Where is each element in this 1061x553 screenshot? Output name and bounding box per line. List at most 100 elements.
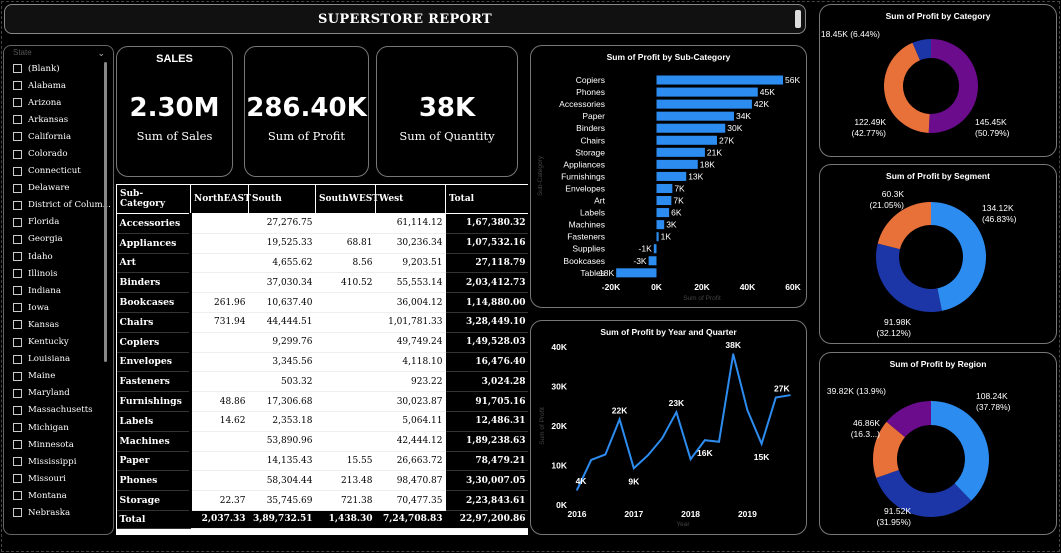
- table-row[interactable]: Appliances 19,525.33 68.81 30,236.34 1,07,53…: [116, 233, 528, 254]
- state-slicer[interactable]: State ⌄ (Blank) Alabama Arizona Arkansas Cal…: [3, 45, 114, 535]
- slicer-item[interactable]: Michigan: [13, 419, 113, 436]
- slicer-item[interactable]: Montana: [13, 487, 113, 504]
- matrix-column-header[interactable]: Total: [445, 184, 528, 214]
- slice-label: 18.45K (6.44%): [821, 29, 880, 39]
- slicer-item[interactable]: Florida: [13, 214, 113, 231]
- checkbox[interactable]: [13, 81, 22, 91]
- slicer-item[interactable]: Idaho: [13, 248, 113, 265]
- checkbox[interactable]: [13, 371, 22, 381]
- checkbox[interactable]: [13, 132, 22, 142]
- checkbox[interactable]: [13, 149, 22, 159]
- slicer-item[interactable]: Nebraska: [13, 504, 113, 521]
- table-row[interactable]: Chairs 731.94 44,444.51 1,01,781.33 3,28,449…: [116, 312, 528, 333]
- kpi-sales-card[interactable]: SALES 2.30M Sum of Sales: [116, 46, 233, 177]
- table-row[interactable]: Copiers 9,299.76 49,749.24 1,49,528.03: [116, 332, 528, 353]
- slicer-item[interactable]: Missouri: [13, 470, 113, 487]
- checkbox[interactable]: [13, 64, 22, 74]
- matrix-column-header[interactable]: South: [248, 184, 316, 214]
- table-row[interactable]: Binders 37,030.34 410.52 55,553.14 2,03,412.…: [116, 272, 528, 294]
- slicer-item-label: Maine: [28, 371, 56, 382]
- matrix-cell-sw: [315, 391, 376, 412]
- kpi-quantity-card[interactable]: 38K Sum of Quantity: [376, 46, 518, 177]
- chart-profit-by-subcategory[interactable]: Sum of Profit by Sub-Category Copiers 56K…: [530, 45, 807, 308]
- chart-profit-by-category[interactable]: Sum of Profit by Category 145.45K (50.79%…: [819, 4, 1057, 157]
- matrix-column-header[interactable]: SouthWEST: [315, 184, 379, 214]
- slicer-item[interactable]: Kansas: [13, 316, 113, 333]
- bar: [656, 159, 698, 169]
- matrix-column-header[interactable]: NorthEAST: [190, 184, 251, 214]
- matrix-column-header[interactable]: Sub-Category: [116, 184, 191, 214]
- title-scroll-handle[interactable]: [795, 10, 801, 28]
- table-row[interactable]: Paper 14,135.43 15.55 26,663.72 78,479.21: [116, 451, 528, 472]
- slicer-item[interactable]: District of Colum...: [13, 197, 113, 214]
- table-row[interactable]: Envelopes 3,345.56 4,118.10 16,476.40: [116, 352, 528, 373]
- checkbox[interactable]: [13, 286, 22, 296]
- checkbox[interactable]: [13, 457, 22, 467]
- slicer-item[interactable]: Massachusetts: [13, 402, 113, 419]
- slicer-item-label: Georgia: [28, 234, 63, 245]
- slicer-item[interactable]: Mississippi: [13, 453, 113, 470]
- slicer-item[interactable]: Colorado: [13, 145, 113, 162]
- table-row[interactable]: Art 4,655.62 8.56 9,203.51 27,118.79: [116, 253, 528, 274]
- kpi-profit-card[interactable]: 286.40K Sum of Profit: [244, 46, 369, 177]
- chart-profit-by-year-quarter[interactable]: Sum of Profit by Year and Quarter 0K 10K 2…: [530, 320, 807, 535]
- checkbox[interactable]: [13, 269, 22, 279]
- table-row[interactable]: Labels 14.62 2,353.18 5,064.11 12,486.31: [116, 411, 528, 432]
- table-row[interactable]: Storage 22.37 35,745.69 721.38 70,477.35 2,23…: [116, 490, 528, 511]
- checkbox[interactable]: [13, 440, 22, 450]
- table-row[interactable]: Fasteners 503.32 923.22 3,024.28: [116, 371, 528, 393]
- checkbox[interactable]: [13, 388, 22, 398]
- chart-profit-by-region[interactable]: Sum of Profit by Region 108.24K (37.78%) 9…: [819, 352, 1057, 535]
- table-row[interactable]: Machines 53,890.96 42,444.12 1,89,238.63: [116, 431, 528, 452]
- matrix-cell-ne: [189, 371, 249, 393]
- slicer-item[interactable]: Arizona: [13, 94, 113, 111]
- checkbox[interactable]: [13, 423, 22, 433]
- slicer-item[interactable]: Maine: [13, 368, 113, 385]
- slicer-item[interactable]: Georgia: [13, 231, 113, 248]
- table-row[interactable]: Phones 58,304.44 213.48 98,470.87 3,30,007.0…: [116, 470, 528, 492]
- table-row[interactable]: Bookcases 261.96 10,637.40 36,004.12 1,14,88…: [116, 292, 528, 313]
- matrix-column-header[interactable]: West: [375, 184, 446, 214]
- checkbox[interactable]: [13, 491, 22, 501]
- slicer-item[interactable]: California: [13, 128, 113, 145]
- slicer-item[interactable]: (Blank): [13, 60, 113, 77]
- slicer-header[interactable]: State ⌄: [4, 46, 113, 60]
- checkbox[interactable]: [13, 166, 22, 176]
- slicer-item[interactable]: Delaware: [13, 180, 113, 197]
- checkbox[interactable]: [13, 217, 22, 227]
- checkbox[interactable]: [13, 474, 22, 484]
- checkbox[interactable]: [13, 405, 22, 415]
- slicer-item[interactable]: Maryland: [13, 385, 113, 402]
- slicer-item[interactable]: Indiana: [13, 282, 113, 299]
- checkbox[interactable]: [13, 115, 22, 125]
- slicer-item[interactable]: Louisiana: [13, 351, 113, 368]
- slicer-item[interactable]: Alabama: [13, 77, 113, 94]
- checkbox[interactable]: [13, 252, 22, 262]
- checkbox[interactable]: [13, 320, 22, 330]
- checkbox[interactable]: [13, 354, 22, 364]
- slicer-item[interactable]: Connecticut: [13, 163, 113, 180]
- matrix-cell-cat: Envelopes: [116, 352, 191, 373]
- slicer-item[interactable]: Arkansas: [13, 111, 113, 128]
- matrix-cell-ne: [189, 352, 249, 373]
- table-row[interactable]: Accessories 27,276.75 61,114.12 1,67,380.32: [116, 213, 528, 234]
- checkbox[interactable]: [13, 183, 22, 193]
- slicer-item[interactable]: Illinois: [13, 265, 113, 282]
- profit-matrix[interactable]: Sub-Category NorthEAST South SouthWEST West T…: [116, 184, 528, 535]
- checkbox[interactable]: [13, 303, 22, 313]
- slicer-item[interactable]: Minnesota: [13, 436, 113, 453]
- checkbox[interactable]: [13, 508, 22, 518]
- chart-profit-by-segment[interactable]: Sum of Profit by Segment 134.12K (46.83%)…: [819, 164, 1057, 344]
- slicer-item[interactable]: Iowa: [13, 299, 113, 316]
- checkbox[interactable]: [13, 200, 22, 210]
- matrix-cell-total: 1,07,532.16: [445, 233, 528, 254]
- slicer-scrollbar[interactable]: [104, 62, 107, 362]
- data-label: 27K: [774, 384, 790, 394]
- data-label: 56K: [785, 75, 800, 85]
- table-row[interactable]: Furnishings 48.86 17,306.68 30,023.87 91,705…: [116, 391, 528, 412]
- checkbox[interactable]: [13, 98, 22, 108]
- chevron-down-icon[interactable]: ⌄: [97, 48, 105, 59]
- checkbox[interactable]: [13, 234, 22, 244]
- checkbox[interactable]: [13, 337, 22, 347]
- slicer-item[interactable]: Kentucky: [13, 334, 113, 351]
